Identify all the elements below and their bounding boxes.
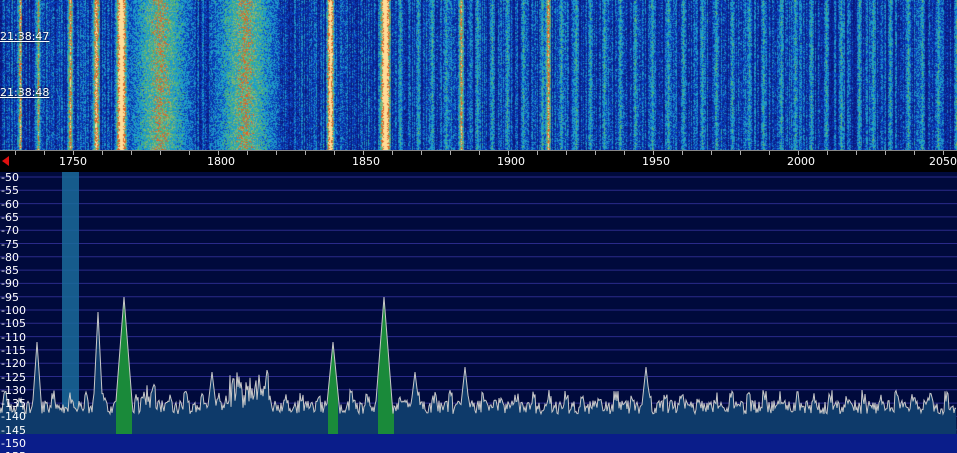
frequency-tick	[798, 151, 799, 155]
frequency-tick	[508, 151, 509, 155]
db-label: -65	[1, 210, 19, 224]
spectrum-plot	[0, 172, 957, 453]
frequency-tick	[15, 151, 16, 155]
frequency-label: 1750	[59, 155, 87, 168]
frequency-label: 1850	[352, 155, 380, 168]
frequency-tick	[943, 151, 944, 155]
scroll-left-icon[interactable]	[2, 156, 9, 166]
frequency-tick	[421, 151, 422, 155]
frequency-label: 1800	[207, 155, 235, 168]
frequency-tick	[334, 151, 335, 155]
db-label: -125	[1, 370, 26, 384]
db-label: -85	[1, 264, 19, 278]
frequency-tick	[537, 151, 538, 155]
frequency-tick	[827, 151, 828, 155]
frequency-tick	[189, 151, 190, 155]
db-label: -110	[1, 330, 26, 344]
waterfall-timestamp: 21:38:47	[0, 30, 50, 43]
frequency-tick	[914, 151, 915, 155]
frequency-tick	[856, 151, 857, 155]
db-label: -150	[1, 437, 26, 450]
db-label: -130	[1, 383, 26, 397]
db-label: -80	[1, 250, 19, 264]
waterfall-timestamp: 21:38:48	[0, 86, 50, 99]
waterfall-display[interactable]: 21:38:47 21:38:48	[0, 0, 957, 150]
frequency-tick	[305, 151, 306, 155]
db-label: -120	[1, 357, 26, 371]
db-label: -55	[1, 184, 19, 198]
frequency-tick	[276, 151, 277, 155]
db-label: -50	[1, 172, 19, 184]
frequency-tick	[44, 151, 45, 155]
db-label: -140	[1, 410, 26, 424]
waterfall-canvas	[0, 0, 957, 150]
db-label: -105	[1, 317, 26, 331]
db-label: -90	[1, 277, 19, 291]
db-label: -95	[1, 290, 19, 304]
spectrum-trace	[0, 296, 957, 416]
frequency-axis[interactable]: 1750 1800 1850 1900 1950 2000 2050	[0, 150, 957, 172]
spectrum-display[interactable]: -50 -55 -60 -65 -70 -75 -80 -85 -90 -95 -100 -105 -1…	[0, 172, 957, 453]
db-label: -75	[1, 237, 19, 251]
db-label: -70	[1, 224, 19, 238]
frequency-tick	[131, 151, 132, 155]
frequency-tick	[392, 151, 393, 155]
frequency-tick	[769, 151, 770, 155]
frequency-tick	[595, 151, 596, 155]
db-label: -60	[1, 197, 19, 211]
db-label: -115	[1, 343, 26, 357]
frequency-label: 2000	[787, 155, 815, 168]
noise-floor-band	[0, 434, 957, 453]
frequency-tick	[566, 151, 567, 155]
frequency-tick	[218, 151, 219, 155]
frequency-tick	[363, 151, 364, 155]
frequency-label: 1900	[497, 155, 525, 168]
frequency-tick	[682, 151, 683, 155]
frequency-tick	[102, 151, 103, 155]
frequency-tick	[479, 151, 480, 155]
frequency-tick	[624, 151, 625, 155]
frequency-tick	[450, 151, 451, 155]
db-label: -100	[1, 304, 26, 317]
frequency-tick	[711, 151, 712, 155]
frequency-tick	[885, 151, 886, 155]
frequency-tick	[740, 151, 741, 155]
frequency-tick	[160, 151, 161, 155]
frequency-label: 2050	[929, 155, 957, 168]
spectrum-fill	[0, 297, 957, 453]
db-label: -135	[1, 397, 26, 411]
frequency-tick	[73, 151, 74, 155]
db-label: -145	[1, 423, 26, 437]
frequency-tick	[247, 151, 248, 155]
frequency-label: 1950	[642, 155, 670, 168]
frequency-tick	[653, 151, 654, 155]
